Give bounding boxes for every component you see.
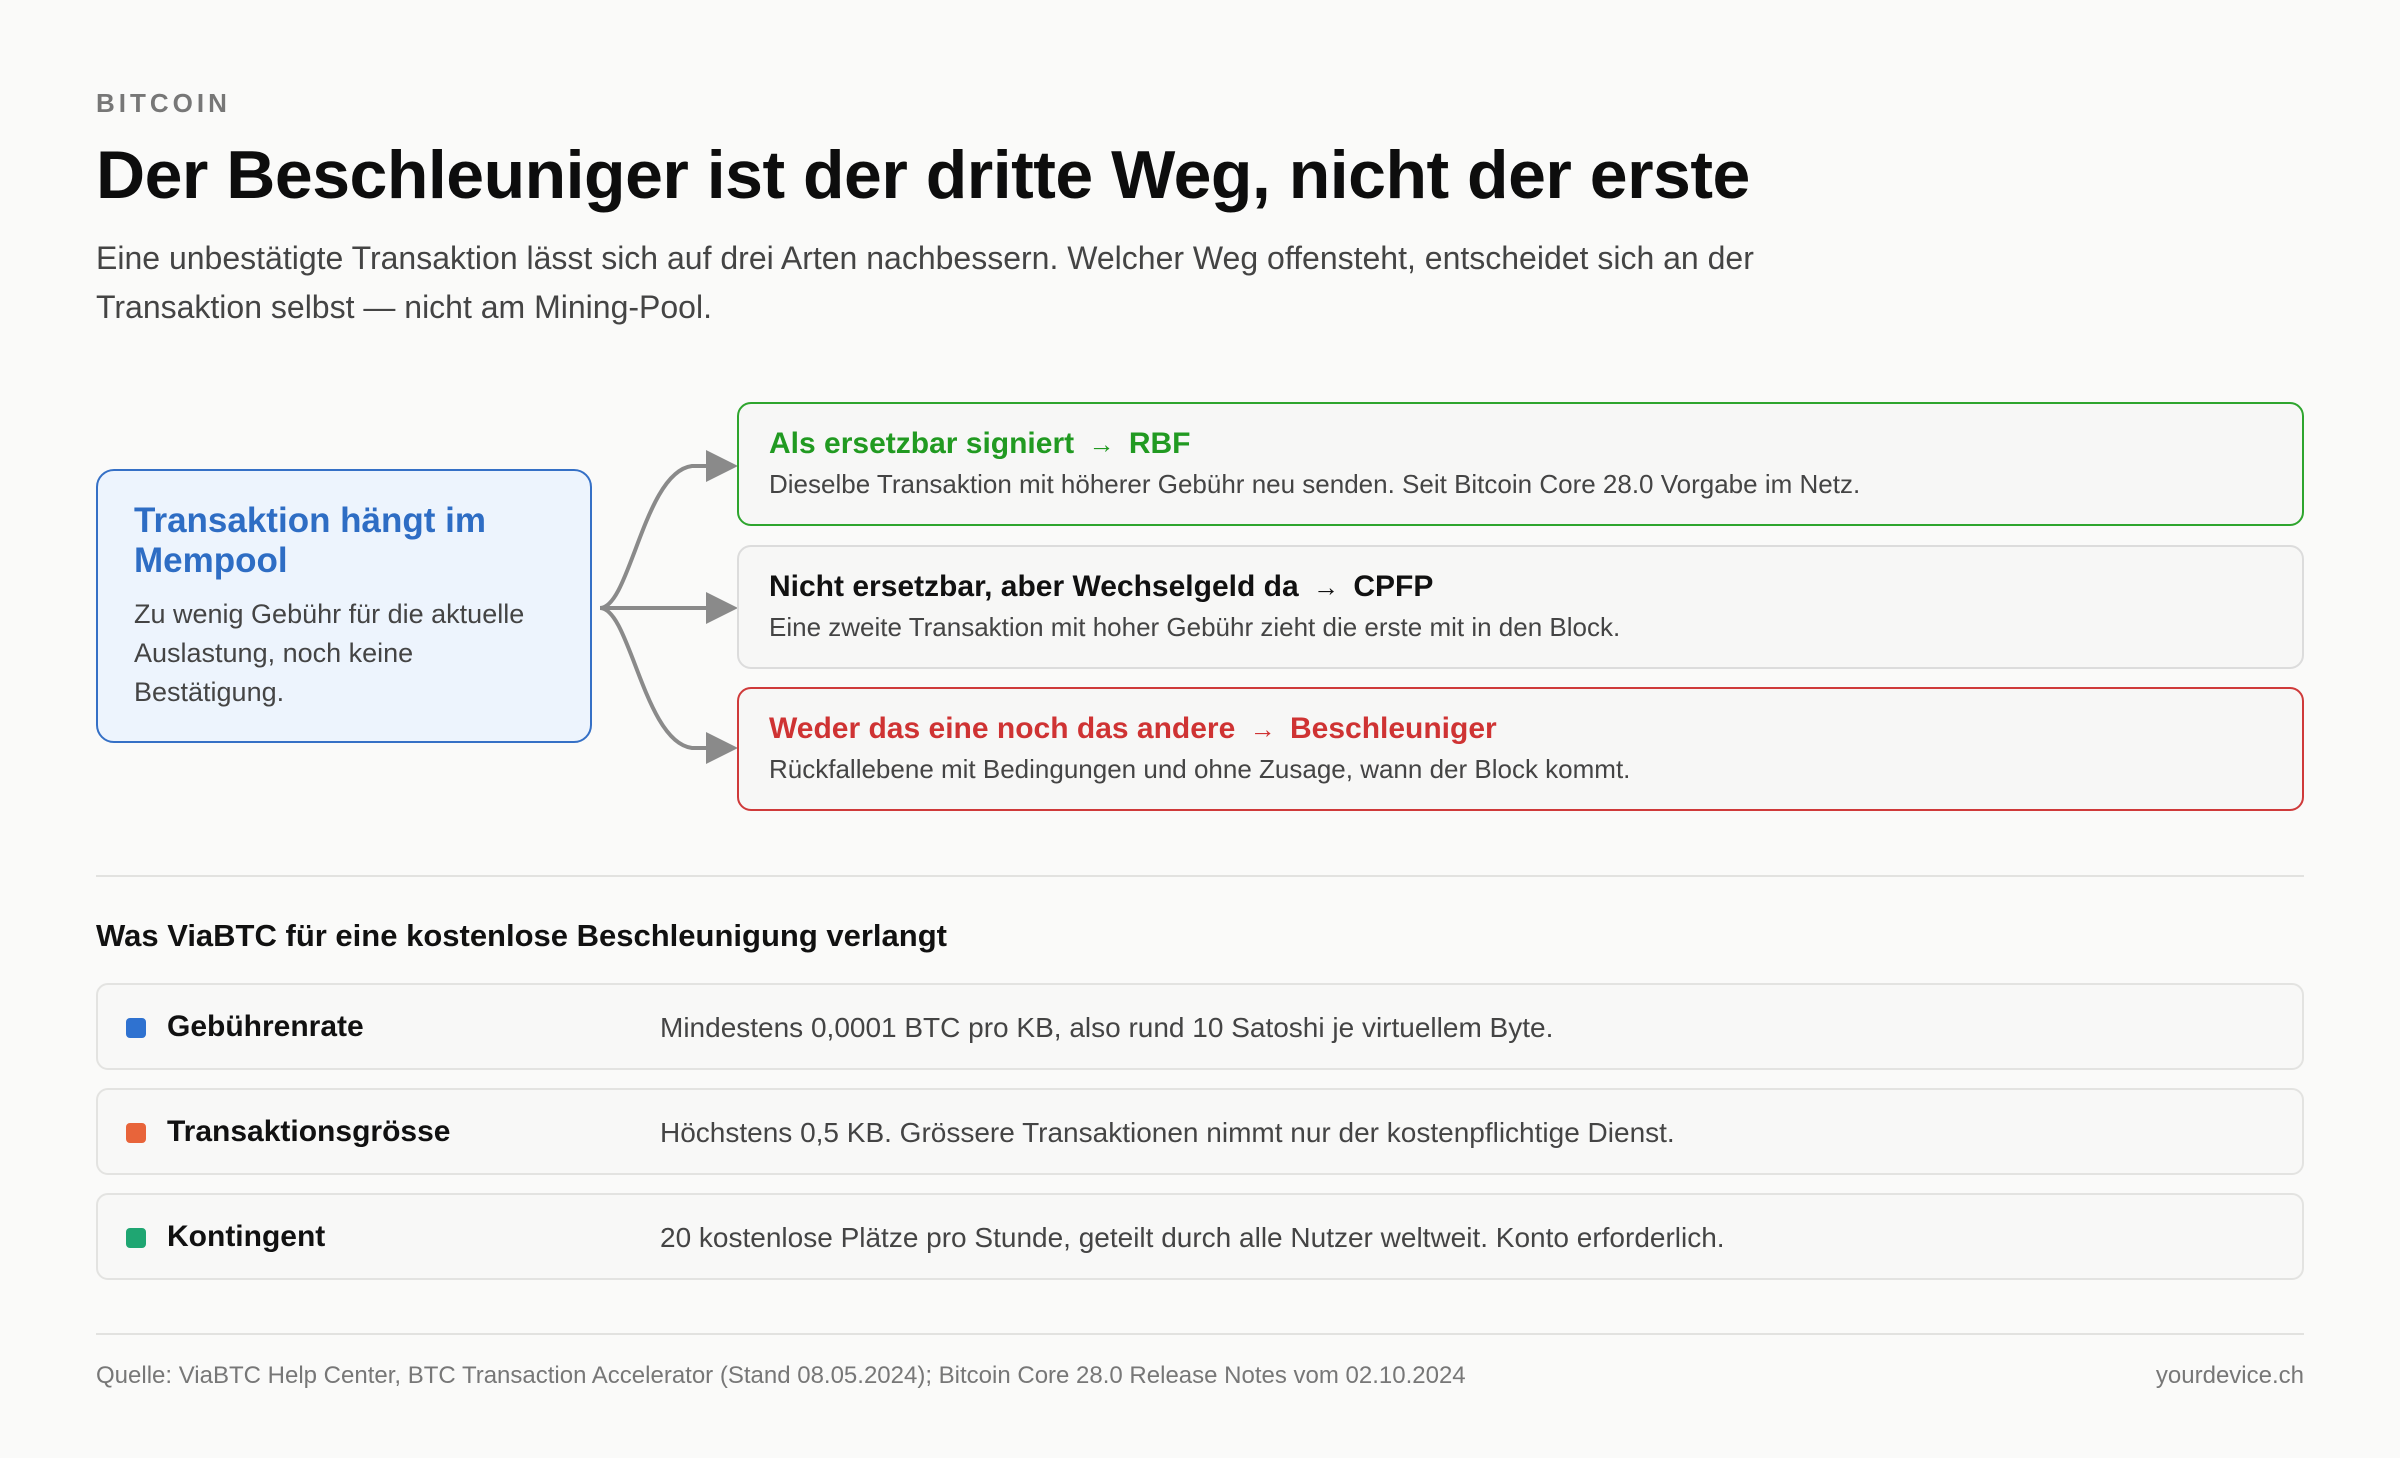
page-title: Der Beschleuniger ist der dritte Weg, ni… (96, 137, 1750, 213)
option-cpfp: Nicht ersetzbar, aber Wechselgeld da → C… (737, 545, 2304, 669)
option-cpfp-method: CPFP (1353, 570, 1434, 603)
requirement-row-size: Transaktionsgrösse Höchstens 0,5 KB. Grö… (96, 1088, 2304, 1175)
blue-square-icon (126, 1018, 146, 1038)
option-accelerator-text: Rückfallebene mit Bedingungen und ohne Z… (769, 754, 1631, 784)
source-node: Transaktion hängt im Mempool Zu wenig Ge… (96, 469, 592, 743)
requirement-row-quota: Kontingent 20 kostenlose Plätze pro Stun… (96, 1193, 2304, 1280)
requirement-label: Gebührenrate (167, 1010, 364, 1043)
requirement-row-fee-rate: Gebührenrate Mindestens 0,0001 BTC pro K… (96, 983, 2304, 1070)
requirement-label: Transaktionsgrösse (167, 1115, 451, 1148)
option-cpfp-condition: Nicht ersetzbar, aber Wechselgeld da (769, 570, 1299, 603)
arrowhead-cpfp (706, 592, 738, 624)
orange-square-icon (126, 1123, 146, 1143)
section-divider (96, 875, 2304, 877)
right-arrow-icon: → (1249, 714, 1276, 744)
arrowhead-accelerator (706, 732, 738, 764)
option-cpfp-text: Eine zweite Transaktion mit hoher Gebühr… (769, 612, 1621, 642)
option-accelerator: Weder das eine noch das andere → Beschle… (737, 687, 2304, 811)
option-accelerator-title: Weder das eine noch das andere → Beschle… (769, 711, 2272, 747)
category-kicker: BITCOIN (96, 88, 231, 118)
option-rbf-title: Als ersetzbar signiert → RBF (769, 426, 2272, 462)
arrowhead-rbf (706, 450, 738, 482)
source-note: Quelle: ViaBTC Help Center, BTC Transact… (96, 1362, 1466, 1389)
option-cpfp-title: Nicht ersetzbar, aber Wechselgeld da → C… (769, 569, 2272, 605)
source-node-text: Zu wenig Gebühr für die aktuelle Auslast… (134, 599, 525, 707)
requirement-label: Kontingent (167, 1220, 326, 1253)
brand-label: yourdevice.ch (2155, 1362, 2304, 1389)
source-node-title: Transaktion hängt im Mempool (134, 501, 486, 580)
option-rbf-method: RBF (1128, 427, 1191, 460)
green-square-icon (126, 1228, 146, 1248)
connector-rbf (599, 464, 710, 610)
requirement-value: Mindestens 0,0001 BTC pro KB, also rund … (660, 1012, 1554, 1043)
option-accelerator-condition: Weder das eine noch das andere (769, 712, 1236, 745)
option-rbf: Als ersetzbar signiert → RBF Dieselbe Tr… (737, 402, 2304, 526)
connector-accelerator (599, 606, 710, 750)
option-rbf-text: Dieselbe Transaktion mit höherer Gebühr … (769, 469, 1861, 499)
infographic: BITCOIN Der Beschleuniger ist der dritte… (96, 0, 2304, 1458)
footer-divider (96, 1333, 2304, 1335)
right-arrow-icon: → (1313, 572, 1339, 602)
requirements-heading: Was ViaBTC für eine kostenlose Beschleun… (96, 918, 947, 953)
page-subtitle: Eine unbestätigte Transaktion lässt sich… (96, 240, 1754, 325)
right-arrow-icon: → (1088, 429, 1115, 459)
option-rbf-condition: Als ersetzbar signiert (769, 427, 1075, 460)
requirement-value: 20 kostenlose Plätze pro Stunde, geteilt… (660, 1222, 1725, 1253)
option-accelerator-method: Beschleuniger (1289, 712, 1497, 745)
requirement-value: Höchstens 0,5 KB. Grössere Transaktionen… (660, 1117, 1675, 1148)
